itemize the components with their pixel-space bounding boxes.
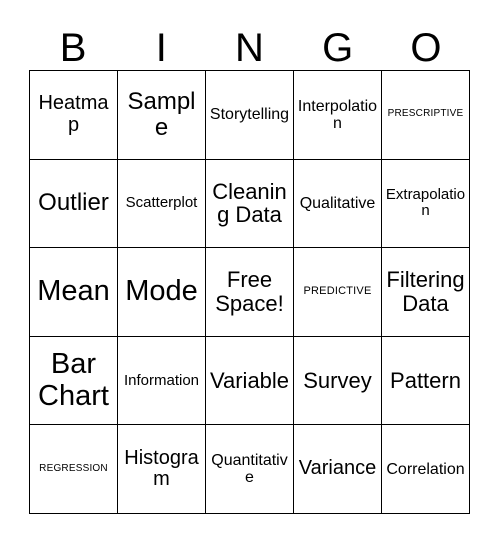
bingo-header: B I N G O [29, 22, 470, 70]
bingo-cell[interactable]: Filtering Data [382, 248, 470, 337]
bingo-cell[interactable]: Sample [118, 71, 206, 160]
bingo-cell-label: Variable [209, 367, 290, 393]
bingo-cell-label: Outlier [38, 189, 109, 217]
bingo-header-letter-o: O [410, 26, 442, 70]
bingo-cell[interactable]: Scatterplot [118, 159, 206, 249]
bingo-header-letter-g: G [322, 26, 354, 70]
bingo-cell-label: Pattern [390, 367, 461, 393]
bingo-cell-label: Correlation [386, 460, 465, 478]
bingo-cell-label: Free Space! [215, 267, 284, 316]
bingo-cell[interactable]: Information [118, 336, 206, 426]
bingo-cell-label: Variance [298, 457, 377, 480]
bingo-cell[interactable]: Bar Chart [30, 336, 118, 426]
bingo-cell[interactable]: REGRESSION [30, 425, 118, 514]
bingo-cell[interactable]: Extrapolation [382, 159, 470, 249]
bingo-grid: Heatmap Sample Storytelling Interpolation PR… [29, 70, 470, 514]
bingo-cell-label: Extrapolation [385, 186, 466, 220]
bingo-cell-label: REGRESSION [39, 462, 108, 474]
bingo-cell-label: Sample [127, 87, 196, 141]
bingo-cell[interactable]: Cleaning Data [206, 159, 294, 249]
bingo-cell-label: Cleaning Data [212, 178, 287, 228]
bingo-cell[interactable]: Survey [294, 336, 382, 426]
bingo-cell-free-space[interactable]: Free Space! [206, 248, 294, 337]
bingo-header-letter-b: B [59, 26, 87, 70]
bingo-cell[interactable]: Interpolation [294, 71, 382, 160]
bingo-cell-label: Filtering Data [386, 267, 465, 316]
bingo-cell[interactable]: Histogram [118, 425, 206, 514]
bingo-cell-label: PRESCRIPTIVE [387, 108, 464, 120]
bingo-cell-label: Bar Chart [38, 348, 109, 412]
bingo-cell-label: Mean [37, 275, 110, 308]
bingo-cell[interactable]: Pattern [382, 336, 470, 426]
bingo-cell[interactable]: Outlier [30, 159, 118, 249]
bingo-cell[interactable]: Variable [206, 336, 294, 426]
bingo-cell[interactable]: Mode [118, 248, 206, 337]
bingo-cell-label: Storytelling [209, 106, 290, 124]
bingo-cell-label: Information [123, 371, 200, 389]
bingo-cell[interactable]: PRESCRIPTIVE [382, 71, 470, 160]
bingo-header-letter-n: N [235, 26, 264, 70]
bingo-cell-label: Scatterplot [125, 194, 198, 212]
bingo-cell[interactable]: Quantitative [206, 425, 294, 514]
bingo-cell[interactable]: Correlation [382, 425, 470, 514]
bingo-cell[interactable]: Mean [30, 248, 118, 337]
bingo-card: B I N G O Heatmap Sample Storytelling Inter… [0, 0, 500, 544]
bingo-cell-label: PREDICTIVE [303, 285, 372, 298]
bingo-cell-label: Heatmap [38, 92, 109, 136]
bingo-cell-label: Qualitative [299, 194, 376, 212]
bingo-header-letter-i: I [155, 26, 167, 70]
bingo-cell-label: Histogram [124, 446, 199, 491]
bingo-cell-label: Survey [303, 367, 372, 393]
bingo-cell-label: Interpolation [297, 97, 378, 132]
bingo-cell[interactable]: Qualitative [294, 159, 382, 249]
bingo-cell-label: Quantitative [211, 451, 288, 487]
bingo-cell[interactable]: PREDICTIVE [294, 248, 382, 337]
bingo-cell-label: Mode [125, 275, 198, 308]
bingo-cell[interactable]: Variance [294, 425, 382, 514]
bingo-cell[interactable]: Heatmap [30, 71, 118, 160]
bingo-cell[interactable]: Storytelling [206, 71, 294, 160]
